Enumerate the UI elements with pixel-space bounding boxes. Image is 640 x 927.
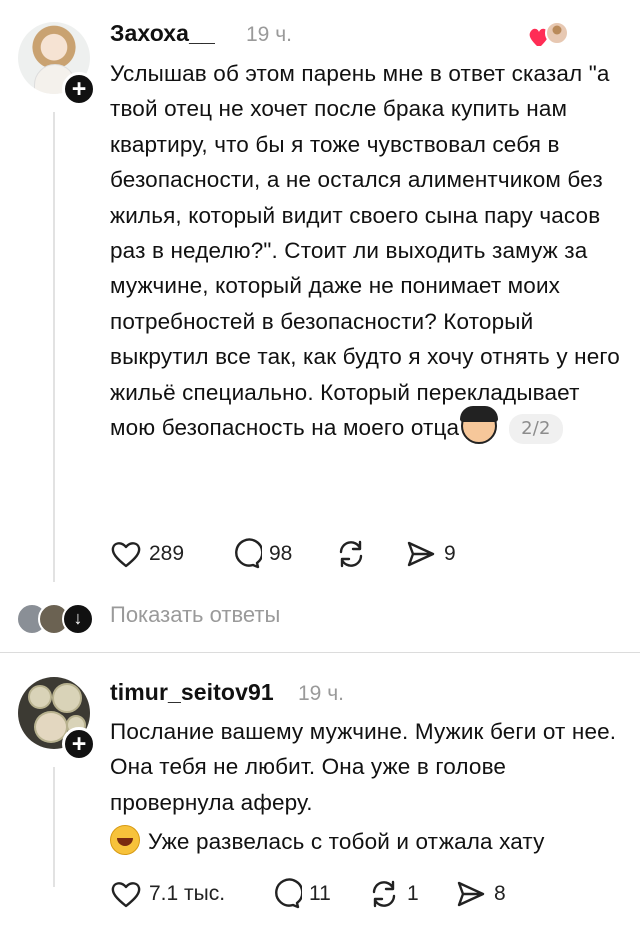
repost-arrows-icon <box>339 540 363 568</box>
comment-count: 98 <box>269 542 293 565</box>
liked-by-author-icon <box>528 20 572 50</box>
like-button[interactable]: 7.1 тыс. <box>110 877 225 911</box>
comment-button[interactable]: 11 <box>270 877 331 911</box>
share-button[interactable]: 9 <box>405 537 456 571</box>
post-text-body: Послание вашему мужчине. Мужик беги от н… <box>110 719 617 815</box>
share-count: 9 <box>444 542 456 565</box>
like-button[interactable]: 289 <box>110 537 184 571</box>
username[interactable]: timur_seitov91 <box>110 679 274 706</box>
post-text: Послание вашему мужчине. Мужик беги от н… <box>110 714 630 860</box>
heart-icon <box>111 882 141 908</box>
like-count: 289 <box>149 542 185 565</box>
page-counter[interactable]: 2/2 <box>509 414 563 445</box>
repost-arrows-icon <box>372 880 396 908</box>
thread-line <box>53 112 55 582</box>
follow-plus-icon[interactable]: + <box>62 727 96 761</box>
post-text-body: Услышав об этом парень мне в ответ сказа… <box>110 61 620 441</box>
thread-line <box>53 767 55 887</box>
timestamp: 19 ч. <box>246 23 292 46</box>
comment-button[interactable]: 98 <box>230 537 292 571</box>
timestamp: 19 ч. <box>298 682 344 705</box>
follow-plus-icon[interactable]: + <box>62 72 96 106</box>
show-replies-row[interactable]: ↓ Показать ответы <box>0 597 640 637</box>
show-replies-link[interactable]: Показать ответы <box>110 602 280 628</box>
heart-icon <box>111 542 141 568</box>
comment-bubble-icon <box>275 878 302 909</box>
send-arrow-icon <box>457 881 485 907</box>
repost-button[interactable] <box>335 537 367 571</box>
share-count: 8 <box>494 882 506 905</box>
post-1: + Захоха__ 19 ч. Услышав об этом парень … <box>0 0 640 590</box>
send-arrow-icon <box>407 541 435 567</box>
facepalm-emoji-icon <box>460 406 499 445</box>
comment-bubble-icon <box>235 538 262 569</box>
repost-button[interactable]: 1 <box>368 877 419 911</box>
username[interactable]: Захоха__ <box>110 20 215 47</box>
like-count: 7.1 тыс. <box>149 882 226 905</box>
post-text-emoji-line: Уже развелась с тобой и отжала хату <box>148 829 545 855</box>
post-2: + timur_seitov91 19 ч. Послание вашему м… <box>0 653 640 927</box>
chevron-down-icon[interactable]: ↓ <box>62 603 94 635</box>
rolling-laugh-emoji-icon <box>110 825 140 856</box>
comment-count: 11 <box>309 882 331 905</box>
repost-count: 1 <box>407 882 419 905</box>
post-actions: 289 98 9 <box>110 537 510 571</box>
post-text: Услышав об этом парень мне в ответ сказа… <box>110 56 630 445</box>
share-button[interactable]: 8 <box>455 877 506 911</box>
post-actions: 7.1 тыс. 11 1 8 <box>110 877 570 911</box>
